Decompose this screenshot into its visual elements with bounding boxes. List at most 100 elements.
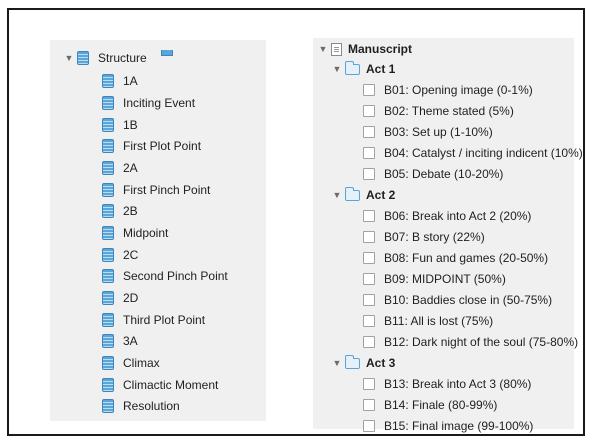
binder-item-label: Midpoint [123, 226, 169, 240]
binder-folder-act-1[interactable]: ▼ Act 1 [332, 60, 396, 76]
document-stack-icon [102, 334, 114, 348]
binder-item-label: Climactic Moment [123, 378, 219, 392]
binder-item-label: 1B [123, 118, 138, 132]
binder-folder-act-2[interactable]: ▼ Act 2 [332, 186, 395, 202]
binder-item[interactable]: 3A [102, 334, 138, 348]
document-stack-icon [102, 74, 114, 88]
act-label: Act 1 [366, 62, 396, 76]
disclosure-triangle-icon[interactable]: ▼ [318, 43, 328, 55]
binder-item-label: Inciting Event [123, 96, 196, 110]
binder-item[interactable]: 2C [102, 248, 138, 262]
index-card-icon [363, 315, 375, 327]
binder-item[interactable]: Climactic Moment [102, 378, 218, 392]
structure-folder-label: Structure [98, 51, 147, 65]
beat-item[interactable]: B14: Finale (80-99%) [363, 398, 497, 412]
document-stack-icon [102, 248, 114, 262]
index-card-icon [363, 210, 375, 222]
index-card-icon [363, 231, 375, 243]
binder-item-label: First Pinch Point [123, 183, 211, 197]
index-card-icon [363, 336, 375, 348]
binder-folder-act-3[interactable]: ▼ Act 3 [332, 354, 396, 370]
beat-label: B02: Theme stated (5%) [384, 104, 514, 118]
index-card-icon [363, 378, 375, 390]
index-card-icon [363, 399, 375, 411]
binder-item[interactable]: Climax [102, 356, 160, 370]
binder-folder-manuscript[interactable]: ▼ Manuscript [318, 42, 412, 56]
index-card-icon [363, 168, 375, 180]
beat-label: B10: Baddies close in (50-75%) [384, 293, 553, 307]
document-stack-icon [102, 139, 114, 153]
document-stack-icon [102, 183, 114, 197]
binder-item[interactable]: 2D [102, 291, 138, 305]
binder-folder-structure[interactable]: ▼ Structure [64, 51, 147, 65]
beat-item[interactable]: B11: All is lost (75%) [363, 314, 493, 328]
beat-label: B15: Final image (99-100%) [384, 419, 534, 433]
document-stack-icon [102, 161, 114, 175]
binder-item[interactable]: 1B [102, 118, 138, 132]
beat-label: B09: MIDPOINT (50%) [384, 272, 506, 286]
binder-item[interactable]: Inciting Event [102, 96, 195, 110]
binder-item[interactable]: Second Pinch Point [102, 269, 228, 283]
beat-label: B13: Break into Act 3 (80%) [384, 377, 532, 391]
screenshot-frame: ▼ Structure 1A Inciting Event 1B First P… [7, 8, 585, 436]
beat-item[interactable]: B10: Baddies close in (50-75%) [363, 293, 552, 307]
manuscript-icon [331, 42, 342, 56]
index-card-icon [363, 105, 375, 117]
binder-item-label: 2D [123, 291, 139, 305]
index-card-icon [363, 273, 375, 285]
binder-item[interactable]: First Pinch Point [102, 183, 210, 197]
disclosure-triangle-icon[interactable]: ▼ [64, 52, 74, 64]
beat-item[interactable]: B07: B story (22%) [363, 230, 485, 244]
folder-icon [345, 60, 360, 75]
manuscript-label: Manuscript [348, 42, 413, 56]
document-stack-icon [102, 96, 114, 110]
binder-item-label: Climax [123, 356, 160, 370]
beat-item[interactable]: B08: Fun and games (20-50%) [363, 251, 548, 265]
index-card-icon [363, 126, 375, 138]
beat-label: B04: Catalyst / inciting indicent (10%) [384, 146, 583, 160]
binder-item[interactable]: Midpoint [102, 226, 168, 240]
beat-item[interactable]: B13: Break into Act 3 (80%) [363, 377, 531, 391]
beat-item[interactable]: B09: MIDPOINT (50%) [363, 272, 506, 286]
beat-label: B01: Opening image (0-1%) [384, 83, 533, 97]
document-stack-icon [102, 378, 114, 392]
index-card-icon [363, 147, 375, 159]
index-card-icon [363, 294, 375, 306]
index-card-icon [363, 420, 375, 432]
binder-panel-manuscript[interactable]: ▼ Manuscript ▼ Act 1 B01: Opening image … [313, 38, 583, 433]
beat-label: B05: Debate (10-20%) [384, 167, 504, 181]
beat-item[interactable]: B05: Debate (10-20%) [363, 167, 503, 181]
beat-item[interactable]: B12: Dark night of the soul (75-80%) [363, 335, 578, 349]
binder-item[interactable]: 2B [102, 204, 138, 218]
binder-item[interactable]: 1A [102, 74, 138, 88]
document-stack-icon [102, 356, 114, 370]
document-stack-icon [102, 291, 114, 305]
binder-item[interactable]: 2A [102, 161, 138, 175]
disclosure-triangle-icon[interactable]: ▼ [332, 63, 342, 75]
document-stack-icon [102, 226, 114, 240]
beat-item[interactable]: B03: Set up (1-10%) [363, 125, 493, 139]
binder-item[interactable]: First Plot Point [102, 139, 201, 153]
binder-item[interactable]: Resolution [102, 399, 180, 413]
beat-item[interactable]: B15: Final image (99-100%) [363, 419, 533, 433]
beat-item[interactable]: B04: Catalyst / inciting indicent (10%) [363, 146, 583, 160]
disclosure-triangle-icon[interactable]: ▼ [332, 189, 342, 201]
binder-item[interactable]: Third Plot Point [102, 313, 205, 327]
beat-label: B03: Set up (1-10%) [384, 125, 493, 139]
folder-icon [345, 186, 360, 201]
beat-item[interactable]: B01: Opening image (0-1%) [363, 83, 533, 97]
beat-label: B06: Break into Act 2 (20%) [384, 209, 532, 223]
beat-item[interactable]: B02: Theme stated (5%) [363, 104, 514, 118]
beat-label: B08: Fun and games (20-50%) [384, 251, 549, 265]
beat-label: B11: All is lost (75%) [384, 314, 494, 328]
beat-label: B07: B story (22%) [384, 230, 485, 244]
binder-item-label: 2A [123, 161, 138, 175]
index-card-icon [363, 252, 375, 264]
binder-item-label: First Plot Point [123, 139, 202, 153]
binder-panel-structure[interactable]: ▼ Structure 1A Inciting Event 1B First P… [50, 40, 266, 421]
beat-item[interactable]: B06: Break into Act 2 (20%) [363, 209, 531, 223]
disclosure-triangle-icon[interactable]: ▼ [332, 357, 342, 369]
index-card-icon [363, 84, 375, 96]
binder-item-label: Resolution [123, 399, 180, 413]
act-label: Act 3 [366, 356, 396, 370]
